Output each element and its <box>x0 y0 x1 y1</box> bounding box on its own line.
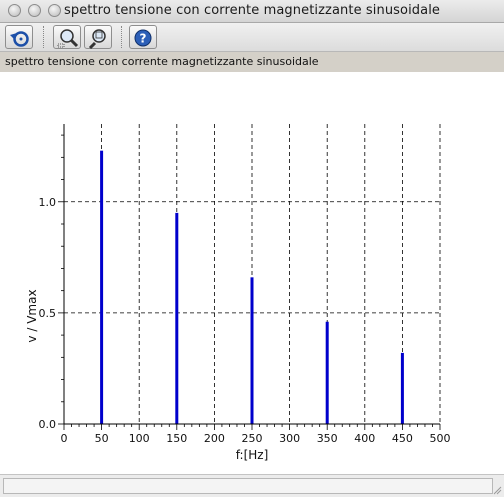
rotate-button[interactable] <box>5 25 33 49</box>
window-titlebar: spettro tensione con corrente magnetizza… <box>0 0 504 23</box>
toolbar-separator <box>43 26 44 48</box>
x-ticks: 0 50 100 150 200 250 300 350 400 450 500 <box>61 424 451 445</box>
x-tick-label: 300 <box>279 432 300 445</box>
bar <box>250 277 254 424</box>
bar <box>325 321 329 424</box>
x-tick-label: 0 <box>61 432 68 445</box>
x-tick-label: 450 <box>392 432 413 445</box>
bars <box>100 150 404 424</box>
bar <box>400 352 404 424</box>
x-tick-label: 250 <box>242 432 263 445</box>
unzoom-button[interactable] <box>84 25 112 49</box>
x-tick-label: 50 <box>95 432 109 445</box>
unzoom-icon <box>88 29 106 49</box>
y-ticks: 0.0 0.5 1.0 <box>39 134 64 431</box>
status-bar <box>0 474 504 497</box>
rotate-icon <box>10 31 29 47</box>
help-icon: ? <box>134 29 152 47</box>
x-tick-label: 100 <box>129 432 150 445</box>
zoom-icon <box>57 29 79 48</box>
zoom-button[interactable] <box>53 25 81 49</box>
svg-text:?: ? <box>140 32 147 46</box>
y-tick-label: 1.0 <box>39 196 57 209</box>
y-tick-label: 0.0 <box>39 418 57 431</box>
x-tick-label: 400 <box>354 432 375 445</box>
help-button[interactable]: ? <box>129 25 157 49</box>
figure-header: spettro tensione con corrente magnetizza… <box>0 52 504 73</box>
status-field <box>3 478 493 494</box>
plot-canvas[interactable]: 0 50 100 150 200 250 300 350 400 450 500 0.0 0.5 1.0… <box>0 72 504 474</box>
toolbar-separator <box>121 26 122 48</box>
bar <box>175 212 179 424</box>
toolbar: ? <box>0 23 504 52</box>
y-tick-label: 0.5 <box>39 307 57 320</box>
spectrum-chart: 0 50 100 150 200 250 300 350 400 450 500 0.0 0.5 1.0… <box>25 124 451 462</box>
x-tick-label: 200 <box>204 432 225 445</box>
x-tick-label: 150 <box>166 432 187 445</box>
x-tick-label: 350 <box>317 432 338 445</box>
bar <box>100 150 104 424</box>
x-tick-label: 500 <box>430 432 451 445</box>
x-axis-label: f:[Hz] <box>236 448 269 462</box>
figure-title: spettro tensione con corrente magnetizza… <box>5 55 319 68</box>
window-title: spettro tensione con corrente magnetizza… <box>63 3 441 18</box>
resize-grip-icon[interactable] <box>492 485 502 495</box>
y-axis-label: v / Vmax <box>25 289 39 342</box>
